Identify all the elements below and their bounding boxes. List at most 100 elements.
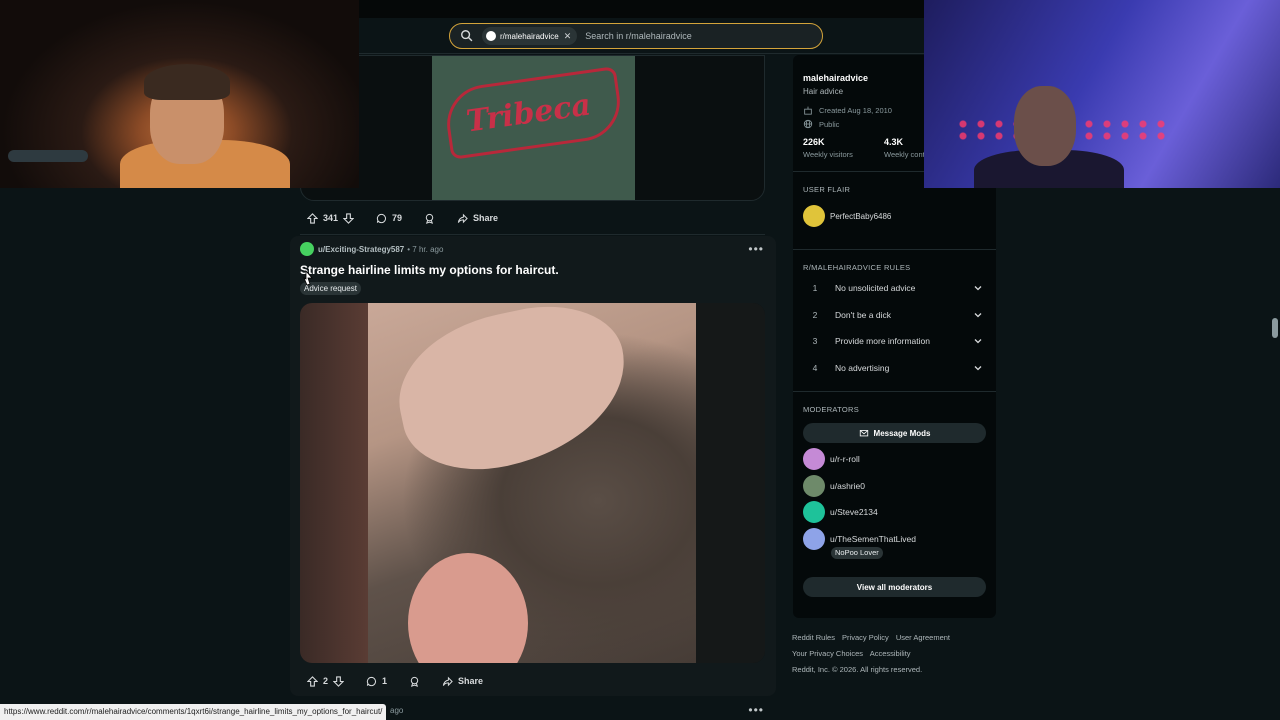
community-icon <box>486 31 496 41</box>
moderator-item[interactable]: u/ashrie0 <box>803 475 865 497</box>
moderator-flair: NoPoo Lover <box>831 547 883 559</box>
rule-number: 2 <box>812 310 818 320</box>
award-icon <box>410 676 419 687</box>
comments-button[interactable]: 79 <box>369 208 409 228</box>
downvote-icon[interactable] <box>333 675 345 687</box>
search-bar[interactable]: r/malehairadvice ✕ <box>449 23 823 49</box>
visibility-label: Public <box>819 119 840 129</box>
sidebar-footer: Reddit Rules Privacy Policy User Agreeme… <box>792 630 955 678</box>
avatar <box>803 501 825 523</box>
moderator-name: u/TheSemenThatLived <box>830 534 916 544</box>
scrollbar-thumb[interactable] <box>1272 318 1278 338</box>
person-head <box>1014 86 1076 166</box>
rule-item[interactable]: 4 No advertising <box>803 360 983 376</box>
share-button[interactable]: Share <box>450 208 505 228</box>
footer-link[interactable]: User Agreement <box>896 633 950 642</box>
footer-link[interactable]: Accessibility <box>870 649 911 658</box>
more-options-icon[interactable]: ••• <box>748 703 764 717</box>
community-chip[interactable]: r/malehairadvice ✕ <box>482 27 578 45</box>
message-mods-button[interactable]: Message Mods <box>803 423 986 443</box>
hairline-photo <box>368 303 696 663</box>
moderator-name: u/Steve2134 <box>830 507 878 517</box>
hand-shape <box>384 303 642 486</box>
user-flair-heading: USER FLAIR <box>803 185 851 194</box>
status-url: https://www.reddit.com/r/malehairadvice/… <box>0 704 387 720</box>
comment-icon <box>366 676 376 686</box>
award-button[interactable] <box>402 671 427 691</box>
rule-text: No advertising <box>835 363 890 373</box>
microphone-shape <box>8 150 88 162</box>
post-image[interactable] <box>300 303 765 663</box>
vote-count: 2 <box>323 676 329 686</box>
vote-count: 341 <box>323 213 339 223</box>
share-label: Share <box>473 213 499 223</box>
close-icon[interactable]: ✕ <box>564 31 572 42</box>
webcam-overlay-left <box>0 0 359 188</box>
view-all-moderators-button[interactable]: View all moderators <box>803 577 986 597</box>
view-all-moderators-label: View all moderators <box>856 582 933 592</box>
vote-control: 341 <box>300 208 361 228</box>
webcam-overlay-right <box>924 0 1280 188</box>
visibility-row: Public <box>803 119 839 129</box>
post-card[interactable]: u/Exciting-Strategy587 • 7 hr. ago ••• S… <box>290 236 776 696</box>
post-divider <box>300 234 765 235</box>
moderators-heading: MODERATORS <box>803 405 860 414</box>
chevron-down-icon <box>974 313 982 318</box>
ear-shape <box>408 553 528 663</box>
chevron-down-icon <box>974 339 982 344</box>
post-actions: 2 1 Share <box>300 671 490 691</box>
chevron-down-icon <box>974 286 982 291</box>
created-row: Created Aug 18, 2010 <box>803 105 892 115</box>
created-date: Created Aug 18, 2010 <box>819 105 892 115</box>
search-icon <box>461 30 473 42</box>
search-input[interactable] <box>585 31 806 41</box>
share-icon <box>442 676 453 686</box>
more-options-icon[interactable]: ••• <box>748 242 764 256</box>
rule-text: No unsolicited advice <box>835 283 916 293</box>
moderator-item[interactable]: u/Steve2134 <box>803 501 878 523</box>
message-mods-label: Message Mods <box>873 428 931 438</box>
comments-button[interactable]: 1 <box>359 671 394 691</box>
upvote-icon[interactable] <box>307 212 318 224</box>
rule-item[interactable]: 1 No unsolicited advice <box>803 280 983 296</box>
award-button[interactable] <box>417 208 442 228</box>
post-image[interactable]: Tribeca <box>300 55 765 201</box>
post-author[interactable]: u/Exciting-Strategy587 <box>318 245 404 254</box>
reddit-page: r/malehairadvice ✕ Tribeca 341 79 <box>0 0 1280 720</box>
rules-heading: R/MALEHAIRADVICE RULES <box>803 263 911 272</box>
community-name[interactable]: malehairadvice <box>803 73 868 83</box>
avatar[interactable] <box>300 242 314 256</box>
footer-link[interactable]: Reddit Rules <box>792 633 835 642</box>
footer-link[interactable]: Your Privacy Choices <box>792 649 863 658</box>
mouse-cursor-icon <box>303 270 313 286</box>
rule-item[interactable]: 3 Provide more information <box>803 333 983 349</box>
share-button[interactable]: Share <box>435 671 490 691</box>
post-feed: Tribeca 341 79 Share u/Exciting-Strategy… <box>290 55 776 720</box>
post-age: • 7 hr. ago <box>407 244 444 254</box>
copyright: Reddit, Inc. © 2026. All rights reserved… <box>792 665 923 674</box>
cake-icon <box>804 106 812 115</box>
share-label: Share <box>458 676 484 686</box>
stat-value: 226K <box>803 137 825 147</box>
post-age: ago <box>390 706 404 715</box>
post-title[interactable]: Strange hairline limits my options for h… <box>300 263 559 277</box>
community-chip-label: r/malehairadvice <box>500 31 559 41</box>
comment-icon <box>376 213 387 223</box>
footer-link[interactable]: Privacy Policy <box>842 633 889 642</box>
avatar <box>803 475 825 497</box>
award-icon <box>425 213 434 224</box>
person-hair <box>144 64 230 100</box>
rule-number: 4 <box>812 363 818 373</box>
post-actions: 341 79 Share <box>300 208 505 228</box>
sidebar-divider <box>793 249 996 250</box>
downvote-icon[interactable] <box>343 212 355 224</box>
rule-text: Don't be a dick <box>835 310 891 320</box>
rule-item[interactable]: 2 Don't be a dick <box>803 307 983 323</box>
user-flair[interactable]: PerfectBaby6486 <box>803 205 891 227</box>
share-icon <box>457 213 468 223</box>
sidebar-divider <box>793 391 996 392</box>
avatar <box>803 205 825 227</box>
upvote-icon[interactable] <box>307 675 318 687</box>
moderator-item[interactable]: u/r-r-roll <box>803 448 860 470</box>
globe-icon <box>803 119 813 129</box>
